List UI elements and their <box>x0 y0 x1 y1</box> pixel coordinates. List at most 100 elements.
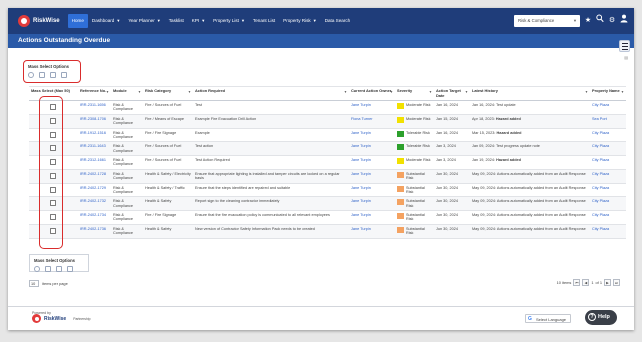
risk-category-cell: Fire / Sources of Fuel <box>145 144 182 149</box>
language-select[interactable]: G Select Language <box>525 314 571 323</box>
action-owner-link[interactable]: Jane Turpin <box>349 142 395 155</box>
columns-toggle-icon[interactable]: ▤ <box>624 55 628 60</box>
table-row[interactable]: IRR-2402-1736 Risk & Compliance Health & S… <box>29 224 626 239</box>
property-name-link[interactable]: City Plaza <box>590 211 626 224</box>
chevron-down-icon: ▼ <box>116 18 121 23</box>
nav-item-year-planner[interactable]: Year Planner ▼ <box>124 14 164 28</box>
history-text: Mar 15, 2023: <box>472 130 496 135</box>
page-number[interactable]: 1 <box>591 280 593 285</box>
nav-item-data-search[interactable]: Data Search <box>321 14 355 28</box>
property-name-link[interactable]: Sea Port <box>590 115 626 128</box>
risk-category-cell: Fire / Fire Signage <box>145 213 177 217</box>
property-name-link[interactable]: City Plaza <box>590 225 626 238</box>
user-profile-icon[interactable] <box>620 14 628 27</box>
sort-icon[interactable]: ▼ <box>465 90 468 95</box>
column-header[interactable]: Action Required ▼ <box>193 87 349 100</box>
column-header[interactable]: Property Name ▼ <box>590 87 626 100</box>
app-logo[interactable]: RiskWise <box>18 15 60 27</box>
reference-link[interactable]: IRR-2312-1661 <box>78 156 111 169</box>
property-name-link[interactable]: City Plaza <box>590 184 626 197</box>
action-owner-link[interactable]: Jane Turpin <box>349 184 395 197</box>
reference-link[interactable]: IRR-2308-1706 <box>78 115 111 128</box>
mass-edit-icon[interactable] <box>45 266 51 272</box>
action-owner-link[interactable]: Jane Turpin <box>349 197 395 210</box>
column-header[interactable]: Module ▼ <box>111 87 143 100</box>
table-row[interactable]: IRR-2311-1656 Risk & Compliance Fire / Sou… <box>29 101 626 115</box>
previous-page-button[interactable]: ◀ <box>582 279 590 286</box>
nav-item-dashboard[interactable]: Dashboard ▼ <box>88 14 124 28</box>
nav-item-tenant-list[interactable]: Tenant List <box>249 14 279 28</box>
sort-icon[interactable]: ▼ <box>621 90 624 95</box>
property-name-link[interactable]: City Plaza <box>590 156 626 169</box>
search-icon[interactable] <box>596 14 604 27</box>
mass-assign-icon[interactable] <box>34 266 40 272</box>
action-owner-link[interactable]: Jane Turpin <box>349 101 395 114</box>
total-items: 10 items <box>556 280 572 285</box>
reference-link[interactable]: IRR-2402-1728 <box>78 170 111 183</box>
table-row[interactable]: IRR-2311-1643 Risk & Compliance Fire / Sou… <box>29 142 626 156</box>
table-row[interactable]: IRR-2402-1729 Risk & Compliance Health & S… <box>29 184 626 198</box>
nav-item-tasklist[interactable]: Tasklist <box>165 14 188 28</box>
column-header[interactable]: Latest History ▼ <box>470 87 590 100</box>
sort-icon[interactable]: ▼ <box>585 90 588 95</box>
property-name-link[interactable]: City Plaza <box>590 197 626 210</box>
reference-link[interactable]: IRR-2402-1729 <box>78 184 111 197</box>
action-owner-link[interactable]: Jane Turpin <box>349 211 395 224</box>
table-row[interactable]: IRR-2308-1706 Risk & Compliance Fire / Mea… <box>29 114 626 129</box>
mass-close-icon[interactable] <box>50 72 56 78</box>
mass-edit-icon[interactable] <box>39 72 45 78</box>
table-row[interactable]: IRR-1912-1516 Risk & Compliance Fire / Fir… <box>29 129 626 143</box>
severity-swatch <box>397 199 404 206</box>
column-header[interactable]: Current Action Owner ▼ <box>349 87 395 100</box>
action-owner-link[interactable]: Fiona Turner <box>349 115 395 128</box>
page-size-select[interactable]: 10 <box>29 280 39 287</box>
sort-icon[interactable]: ▼ <box>429 90 432 95</box>
sort-icon[interactable]: ▼ <box>138 90 141 95</box>
module-cell: Risk & Compliance <box>113 158 134 167</box>
hamburger-menu-button[interactable] <box>619 40 630 52</box>
property-name-link[interactable]: City Plaza <box>590 129 626 142</box>
target-date-cell: Jan 3, 2024 <box>436 158 456 162</box>
mass-close-icon[interactable] <box>56 266 62 272</box>
column-header[interactable]: Reference No. ▼ <box>78 87 111 100</box>
reference-link[interactable]: IRR-1912-1516 <box>78 129 111 142</box>
mass-delete-icon[interactable] <box>61 72 67 78</box>
column-header[interactable]: Risk Category ▼ <box>143 87 193 100</box>
nav-item-home[interactable]: Home <box>67 14 88 28</box>
property-name-link[interactable]: City Plaza <box>590 101 626 114</box>
table-row[interactable]: IRR-2402-1732 Risk & Compliance Health & S… <box>29 197 626 211</box>
first-page-button[interactable]: ⏮ <box>573 279 581 286</box>
property-name-link[interactable]: City Plaza <box>590 170 626 183</box>
action-owner-link[interactable]: Jane Turpin <box>349 225 395 238</box>
sort-icon[interactable]: ▼ <box>344 90 347 95</box>
table-row[interactable]: IRR-2312-1661 Risk & Compliance Fire / Sou… <box>29 156 626 170</box>
reference-link[interactable]: IRR-2311-1643 <box>78 142 111 155</box>
table-row[interactable]: IRR-2402-1734 Risk & Compliance Fire / Fir… <box>29 211 626 225</box>
module-context-select[interactable]: Risk & Compliance ▼ <box>514 14 580 27</box>
mass-assign-icon[interactable] <box>28 72 34 78</box>
nav-item-property-risk[interactable]: Property Risk ▼ <box>279 14 321 28</box>
column-header[interactable]: Severity ▼ <box>395 87 434 100</box>
action-owner-link[interactable]: Jane Turpin <box>349 170 395 183</box>
action-owner-link[interactable]: Jane Turpin <box>349 129 395 142</box>
nav-item-property-list[interactable]: Property List ▼ <box>209 14 249 28</box>
help-button[interactable]: ? Help <box>585 310 617 325</box>
column-header[interactable]: Action Target Date ▼ <box>434 87 470 100</box>
action-owner-link[interactable]: Jane Turpin <box>349 156 395 169</box>
favorites-star-icon[interactable]: ★ <box>584 16 592 26</box>
sort-icon[interactable]: ▼ <box>106 90 109 95</box>
settings-gear-icon[interactable]: ⚙ <box>608 16 616 26</box>
reference-link[interactable]: IRR-2402-1734 <box>78 211 111 224</box>
sort-icon[interactable]: ▼ <box>188 90 191 95</box>
sort-icon[interactable]: ▼ <box>390 90 393 95</box>
severity-swatch <box>397 213 404 219</box>
reference-link[interactable]: IRR-2402-1736 <box>78 225 111 238</box>
next-page-button[interactable]: ▶ <box>604 279 611 286</box>
reference-link[interactable]: IRR-2311-1656 <box>78 101 111 114</box>
mass-delete-icon[interactable] <box>67 266 73 272</box>
reference-link[interactable]: IRR-2402-1732 <box>78 197 111 210</box>
nav-item-kpi[interactable]: KPI ▼ <box>188 14 209 28</box>
table-row[interactable]: IRR-2402-1728 Risk & Compliance Health & S… <box>29 169 626 184</box>
last-page-button[interactable]: ⏭ <box>613 279 620 286</box>
property-name-link[interactable]: City Plaza <box>590 142 626 155</box>
